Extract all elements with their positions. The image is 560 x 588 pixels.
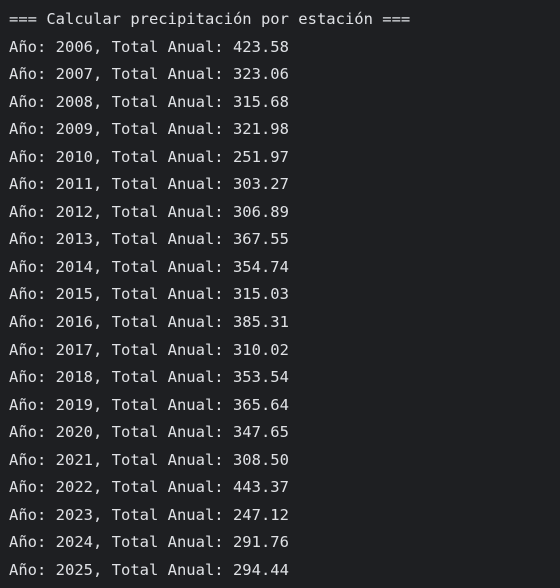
console-line: Año: 2011, Total Anual: 303.27	[9, 175, 289, 194]
console-output[interactable]: === Calcular precipitación por estación …	[0, 0, 560, 588]
console-line: Año: 2014, Total Anual: 354.74	[9, 257, 289, 276]
console-line: Año: 2012, Total Anual: 306.89	[9, 202, 289, 221]
console-line: Año: 2013, Total Anual: 367.55	[9, 230, 289, 249]
console-line: Año: 2022, Total Anual: 443.37	[9, 478, 289, 497]
console-line: Año: 2010, Total Anual: 251.97	[9, 147, 289, 166]
console-line: Año: 2023, Total Anual: 247.12	[9, 505, 289, 524]
console-line: Año: 2016, Total Anual: 385.31	[9, 313, 289, 332]
console-header: === Calcular precipitación por estación …	[9, 10, 411, 28]
console-line: Año: 2018, Total Anual: 353.54	[9, 368, 289, 387]
console-line: Año: 2007, Total Anual: 323.06	[9, 65, 289, 84]
console-line: Año: 2015, Total Anual: 315.03	[9, 285, 289, 304]
console-line: Año: 2017, Total Anual: 310.02	[9, 340, 289, 359]
console-lines: Año: 2006, Total Anual: 423.58 Año: 2007,…	[9, 34, 560, 585]
console-line: Año: 2008, Total Anual: 315.68	[9, 92, 289, 111]
console-line: Año: 2021, Total Anual: 308.50	[9, 450, 289, 469]
console-line: Año: 2025, Total Anual: 294.44	[9, 560, 289, 579]
console-line: Año: 2019, Total Anual: 365.64	[9, 395, 289, 414]
console-line: Año: 2009, Total Anual: 321.98	[9, 120, 289, 139]
console-line: Año: 2006, Total Anual: 423.58	[9, 37, 289, 56]
console-line: Año: 2024, Total Anual: 291.76	[9, 533, 289, 552]
console-line: Año: 2020, Total Anual: 347.65	[9, 423, 289, 442]
